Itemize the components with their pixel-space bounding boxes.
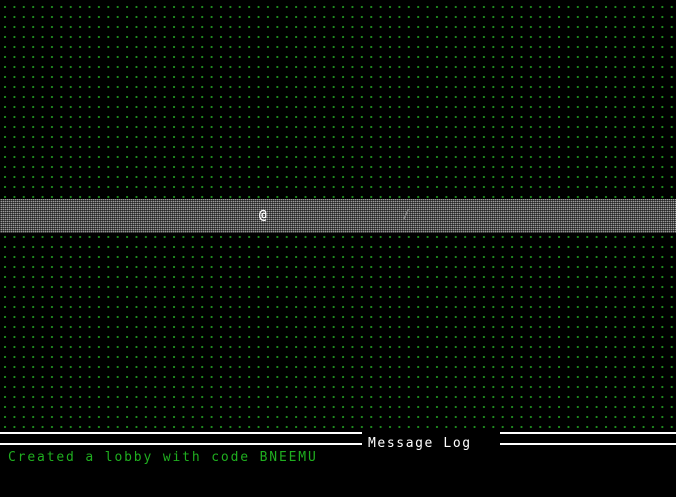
log-message: Created a lobby with code BNEEMU [8,450,318,465]
game-map[interactable]: @ / [0,0,676,432]
message-log-title: Message Log [366,436,474,451]
message-log-panel: Message Log Created a lobby with code BN… [0,432,676,497]
item-glyph: / [402,208,410,223]
player-glyph: @ [259,208,267,223]
log-border-bottom-right [500,443,676,445]
log-border-top-right [500,432,676,434]
road-band [0,199,676,233]
log-border-bottom-left [0,443,362,445]
log-border-top-left [0,432,362,434]
